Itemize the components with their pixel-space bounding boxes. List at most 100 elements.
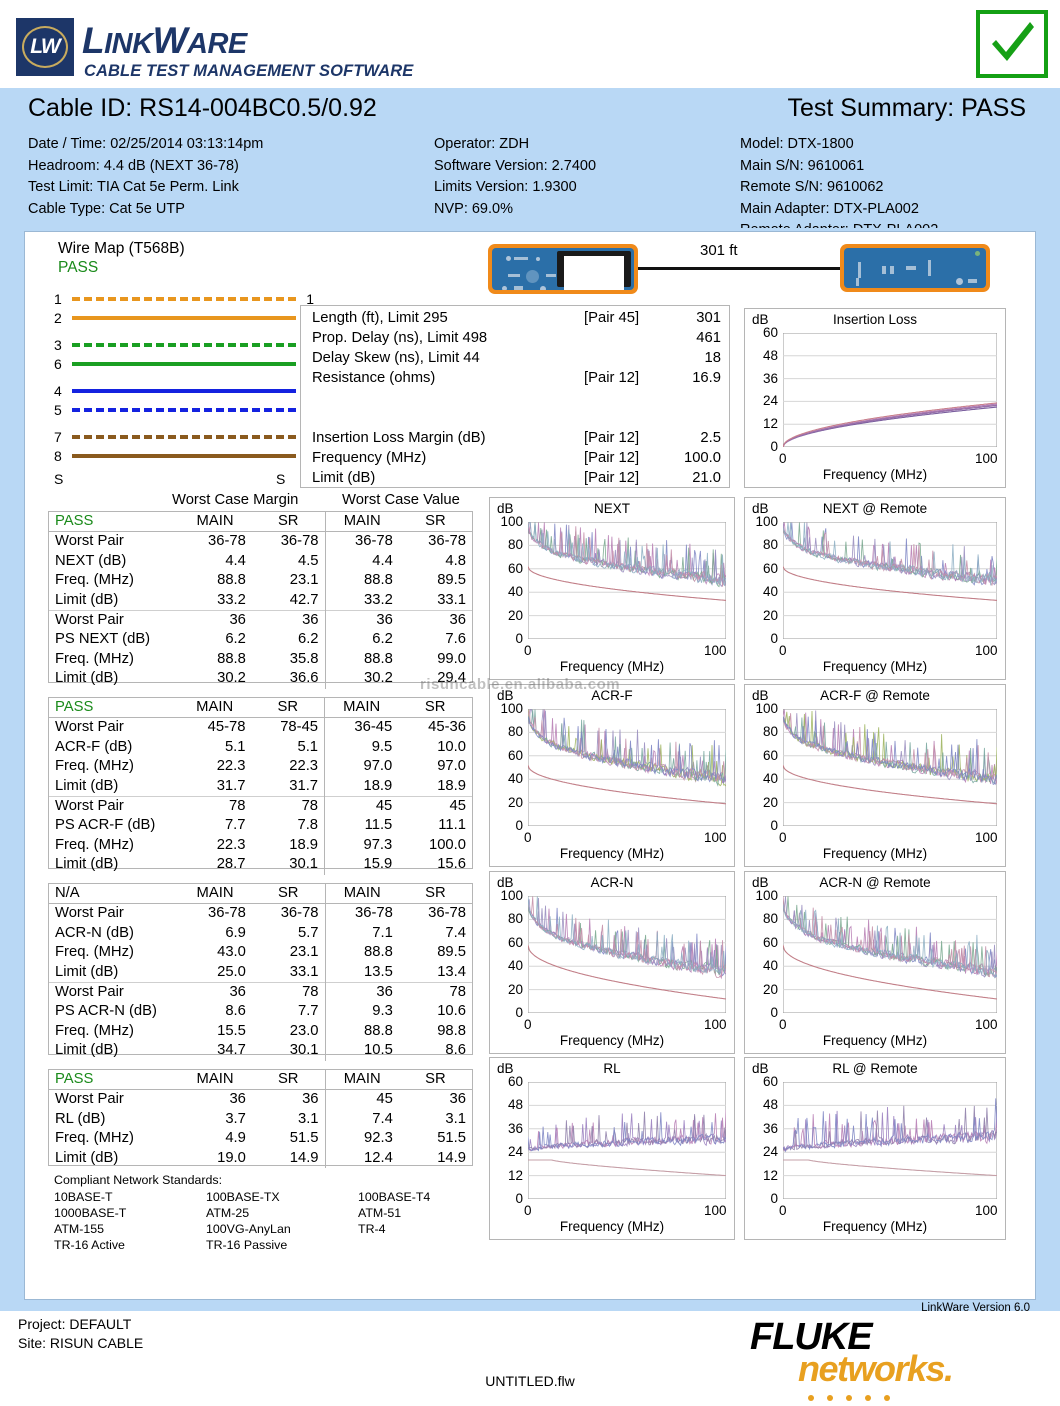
table-cell: 5.1 [252, 738, 325, 757]
measurements-box: Length (ft), Limit 295[Pair 45]301Prop. … [300, 305, 730, 488]
table-row: Freq. (MHz)43.023.188.889.5 [49, 943, 472, 962]
chart-x-tick-min: 0 [779, 1017, 787, 1032]
chart-y-tick: 40 [490, 584, 523, 599]
table-cell: 42.7 [252, 591, 325, 611]
chart-y-tick: 20 [490, 982, 523, 997]
chart-y-tick: 100 [745, 514, 778, 529]
chart-y-tick: 40 [745, 958, 778, 973]
table-column-header: SR [252, 1070, 325, 1090]
measurement-value: 18 [669, 350, 721, 366]
table-row: Worst Pair45-7878-4536-4545-36 [49, 718, 472, 738]
table-cell: 36-78 [399, 532, 472, 552]
table-cell: 7.8 [252, 816, 325, 835]
chart-x-axis-label: Frequency (MHz) [490, 846, 734, 861]
table-row: Worst Pair36783678 [49, 983, 472, 1003]
table-cell: 3.1 [252, 1110, 325, 1129]
table-row-label: ACR-N (dB) [49, 924, 178, 943]
table-row: RL (dB)3.73.17.43.1 [49, 1110, 472, 1129]
measurement-label: Delay Skew (ns), Limit 44 [312, 350, 480, 366]
chart-y-tick: 60 [745, 1074, 778, 1089]
table-cell: 31.7 [252, 777, 325, 797]
table-cell: 78 [252, 797, 325, 817]
table-cell: 6.2 [178, 630, 252, 649]
chart-y-tick: 48 [745, 1097, 778, 1112]
table-row: PS ACR-N (dB)8.67.79.310.6 [49, 1002, 472, 1021]
summary-model: Model: DTX-1800 [740, 134, 938, 156]
measurement-row: Insertion Loss Margin (dB)[Pair 12]2.5 [301, 430, 729, 450]
table-cell: 12.4 [325, 1149, 399, 1168]
wire-map-shield-left: S [54, 471, 63, 487]
table-cell: 7.7 [252, 1002, 325, 1021]
table-cell: 22.3 [178, 836, 252, 855]
table-cell: 92.3 [325, 1129, 399, 1148]
table-row: Limit (dB)25.033.113.513.4 [49, 963, 472, 983]
chart-x-tick-max: 100 [704, 1203, 727, 1218]
table-cell: 30.2 [178, 669, 252, 688]
linkware-version: LinkWare Version 6.0 [921, 1302, 1030, 1314]
table-cell: 78 [178, 797, 252, 817]
table-column-header: SR [398, 698, 472, 718]
measurement-value: 301 [669, 310, 721, 326]
measurement-row [301, 390, 729, 410]
table-column-header: MAIN [325, 884, 399, 904]
chart-y-tick: 36 [745, 371, 778, 386]
measurement-value: 21.0 [669, 470, 721, 486]
chart-y-tick: 12 [490, 1168, 523, 1183]
chart-x-axis-label: Frequency (MHz) [745, 467, 1005, 482]
wire-map-pair-row: 33 [54, 335, 314, 354]
table-column-header: SR [399, 1070, 472, 1090]
summary-headroom: Headroom: 4.4 dB (NEXT 36-78) [28, 156, 263, 178]
table-row-label: Freq. (MHz) [49, 757, 178, 776]
table-cell: 4.9 [178, 1129, 252, 1148]
table-row: Freq. (MHz)22.318.997.3100.0 [49, 836, 472, 855]
tester-link-diagram: 301 ft [478, 240, 1008, 298]
chart-y-tick: 12 [745, 1168, 778, 1183]
table-cell: 36 [325, 983, 399, 1003]
table-cell: 51.5 [252, 1129, 325, 1148]
chart-acrn-main: ACR-NdB0204060801000100Frequency (MHz) [489, 871, 735, 1054]
measurement-label: Prop. Delay (ns), Limit 498 [312, 330, 487, 346]
table-cell: 22.3 [178, 757, 252, 776]
standard-item: ATM-51 [358, 1205, 488, 1221]
table-cell: 88.8 [178, 650, 252, 669]
cable-id: Cable ID: RS14-004BC0.5/0.92 [28, 94, 377, 123]
table-column-header: MAIN [178, 884, 252, 904]
summary-cable-type: Cable Type: Cat 5e UTP [28, 199, 263, 221]
table-status-badge: PASS [49, 1070, 178, 1090]
chart-y-tick: 60 [745, 935, 778, 950]
table-cell: 4.8 [399, 552, 472, 571]
rl-results-table: PASSMAINSRMAINSRWorst Pair36364536RL (dB… [49, 1070, 472, 1168]
standard-item: TR-16 Active [54, 1237, 206, 1253]
table-row: Freq. (MHz)22.322.397.097.0 [49, 757, 472, 776]
table-header-row: PASSMAINSRMAINSR [49, 512, 472, 532]
wire-connection-line [72, 297, 296, 301]
standard-item [358, 1237, 488, 1253]
table-cell: 100.0 [398, 836, 472, 855]
table-cell: 36-45 [325, 718, 399, 738]
table-cell: 3.7 [178, 1110, 252, 1129]
summary-software-version: Software Version: 2.7400 [434, 156, 596, 178]
wire-map-shield-right: S [276, 471, 285, 487]
table-cell: 88.8 [178, 571, 252, 590]
chart-title: ACR-F [490, 688, 734, 703]
measurement-row [301, 410, 729, 430]
table-cell: 13.4 [399, 963, 472, 983]
table-row-label: PS ACR-F (dB) [49, 816, 178, 835]
table-column-header: MAIN [178, 512, 252, 532]
table-row-label: Limit (dB) [49, 963, 178, 983]
chart-y-tick: 100 [745, 888, 778, 903]
chart-x-axis-label: Frequency (MHz) [490, 1219, 734, 1234]
table-row-label: Freq. (MHz) [49, 1022, 178, 1041]
table-cell: 98.8 [399, 1022, 472, 1041]
table-row: PS NEXT (dB)6.26.26.27.6 [49, 630, 472, 649]
table-row-label: Limit (dB) [49, 591, 178, 611]
chart-x-tick-min: 0 [524, 1017, 532, 1032]
wire-pin-left: 2 [54, 310, 72, 326]
table-cell: 19.0 [178, 1149, 252, 1168]
wire-map-section: Wire Map (T568B) PASS 1122336644557788 S… [54, 240, 314, 440]
table-cell: 3.1 [399, 1110, 472, 1129]
chart-y-tick: 40 [490, 771, 523, 786]
table-row-label: Worst Pair [49, 1090, 178, 1110]
table-cell: 8.6 [178, 1002, 252, 1021]
chart-x-tick-max: 100 [975, 643, 998, 658]
